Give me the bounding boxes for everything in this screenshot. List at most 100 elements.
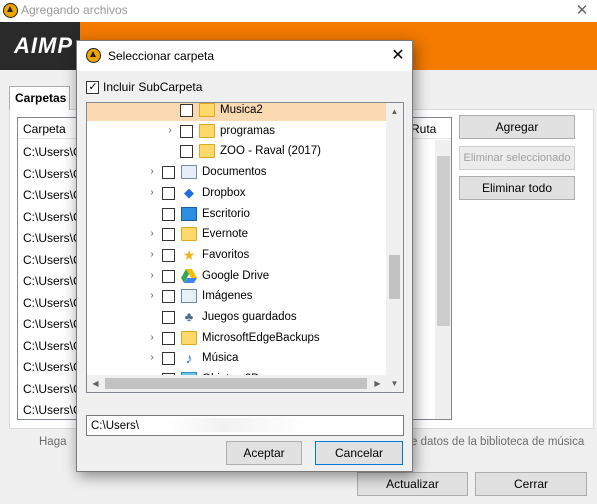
hint-text-left: Haga	[39, 436, 67, 448]
tree-vertical-scroll-thumb[interactable]	[389, 255, 400, 299]
add-button[interactable]: Agregar	[459, 115, 575, 139]
list-item[interactable]: C:\Users\C	[23, 317, 82, 331]
tree-item-checkbox[interactable]	[162, 228, 175, 242]
expand-chevron-icon[interactable]: ›	[147, 332, 157, 343]
checkmark-icon: ✓	[88, 81, 98, 93]
tree-item[interactable]: › programas	[87, 121, 386, 142]
tree-item-checkbox[interactable]	[180, 104, 193, 117]
expand-chevron-icon[interactable]: ›	[147, 270, 157, 281]
list-item[interactable]: C:\Users\C	[23, 296, 82, 310]
star-icon: ★	[182, 246, 196, 263]
tree-item-checkbox[interactable]	[180, 124, 193, 138]
tree-item[interactable]: Escritorio	[87, 204, 386, 225]
tree-item-checkbox[interactable]	[162, 352, 175, 366]
scroll-up-icon[interactable]: ▲	[386, 103, 403, 120]
list-item[interactable]: C:\Users\C	[23, 274, 82, 288]
tree-item-label: Documentos	[202, 166, 267, 179]
list-item[interactable]: C:\Users\C	[23, 231, 82, 245]
accept-button[interactable]: Aceptar	[226, 441, 302, 465]
tree-item[interactable]: › ★ Favoritos	[87, 245, 386, 266]
tree-item[interactable]: ZOO - Raval (2017)	[87, 141, 386, 162]
tree-item[interactable]: › MicrosoftEdgeBackups	[87, 328, 386, 349]
folder-icon	[199, 103, 215, 117]
desktop-icon	[181, 206, 197, 221]
list-item[interactable]: C:\Users\C	[23, 210, 82, 224]
expand-chevron-icon[interactable]: ›	[147, 249, 157, 260]
aimp-logo-icon	[3, 3, 18, 18]
expand-chevron-icon[interactable]: ›	[147, 352, 157, 363]
tree-item-label: Escritorio	[202, 207, 250, 220]
scroll-left-icon[interactable]: ◀	[87, 375, 104, 392]
tree-item-label: Juegos guardados	[202, 311, 297, 323]
scroll-right-icon[interactable]: ▶	[369, 375, 386, 392]
tree-item-checkbox[interactable]	[162, 331, 175, 345]
tree-item-label: Música	[202, 352, 239, 365]
column-header-carpeta[interactable]: Carpeta	[23, 122, 66, 136]
tree-item-label: MicrosoftEdgeBackups	[202, 331, 320, 344]
tree-item-checkbox[interactable]	[162, 248, 175, 262]
tree-item-checkbox[interactable]	[162, 166, 175, 180]
tree-item-label: Google Drive	[202, 269, 270, 282]
tree-item-label: programas	[220, 124, 275, 137]
list-item[interactable]: C:\Users\C	[23, 382, 82, 396]
tree-item-label: Musica2	[220, 104, 263, 116]
cancel-button[interactable]: Cancelar	[315, 441, 403, 465]
list-item[interactable]: C:\Users\C	[23, 403, 82, 417]
expand-chevron-icon[interactable]: ›	[147, 290, 157, 301]
list-item[interactable]: C:\Users\C	[23, 188, 82, 202]
tree-item-checkbox[interactable]	[180, 145, 193, 159]
tree-item[interactable]: › Documentos	[87, 162, 386, 183]
documents-icon	[181, 165, 197, 180]
saved-games-icon: ♣	[184, 309, 194, 324]
folders-list-scroll-thumb[interactable]	[437, 156, 450, 326]
tree-item[interactable]: › ◆ Dropbox	[87, 183, 386, 204]
list-item[interactable]: C:\Users\C	[23, 167, 82, 181]
background-close-icon[interactable]: ✕	[573, 2, 591, 20]
tree-item-label: Imágenes	[202, 290, 253, 303]
list-item[interactable]: C:\Users\C	[23, 360, 82, 374]
aimp-logo-icon	[86, 48, 101, 63]
column-header-ruta[interactable]: Ruta	[411, 122, 436, 136]
remove-selected-button[interactable]: Eliminar seleccionado	[459, 146, 575, 170]
folder-icon	[181, 227, 197, 242]
remove-all-button[interactable]: Eliminar todo	[459, 176, 575, 200]
tree-item-checkbox[interactable]	[162, 207, 175, 221]
banner-logo: AIMP	[0, 22, 80, 70]
list-item[interactable]: C:\Users\C	[23, 145, 82, 159]
folder-icon	[181, 330, 197, 345]
tree-item-label: Favoritos	[202, 248, 250, 261]
tree-item-checkbox[interactable]	[162, 186, 175, 200]
close-button[interactable]: Cerrar	[475, 472, 587, 496]
tree-item[interactable]: › Evernote	[87, 224, 386, 245]
tree-item[interactable]: › Google Drive	[87, 266, 386, 287]
scroll-down-icon[interactable]: ▼	[386, 375, 403, 392]
expand-chevron-icon[interactable]: ›	[147, 187, 157, 198]
include-subfolders-label[interactable]: Incluir SubCarpeta	[103, 80, 202, 94]
hint-text-right: e datos de la biblioteca de música	[411, 436, 585, 448]
tree-vertical-scrollbar[interactable]	[386, 103, 403, 392]
update-button[interactable]: Actualizar	[357, 472, 468, 496]
tree-horizontal-scroll-thumb[interactable]	[105, 378, 367, 389]
list-item[interactable]: C:\Users\C	[23, 253, 82, 267]
expand-chevron-icon[interactable]: ›	[165, 125, 175, 136]
tree-item[interactable]: › ♪ Música	[87, 348, 386, 369]
tree-item-label: Evernote	[202, 228, 249, 241]
tree-item[interactable]: ♣ Juegos guardados	[87, 307, 386, 328]
tree-item-label: ZOO - Raval (2017)	[220, 145, 321, 158]
folder-icon	[199, 123, 215, 138]
dialog-close-icon[interactable]: ✕	[387, 45, 409, 67]
tree-item-checkbox[interactable]	[162, 269, 175, 283]
tree-item-checkbox[interactable]	[162, 311, 175, 324]
expand-chevron-icon[interactable]: ›	[147, 166, 157, 177]
background-window-title: Agregando archivos	[21, 3, 128, 17]
folder-icon	[199, 144, 215, 159]
music-icon: ♪	[185, 350, 193, 367]
tree-item[interactable]: Musica2	[87, 103, 386, 121]
include-subfolders-checkbox[interactable]: ✓	[86, 81, 99, 94]
tab-carpetas[interactable]: Carpetas	[9, 86, 70, 110]
tree-item[interactable]: › Imágenes	[87, 286, 386, 307]
tree-item-checkbox[interactable]	[162, 290, 175, 304]
folder-tree[interactable]: Musica2 › programas ZOO - Raval (2017) › Docu…	[86, 102, 404, 393]
expand-chevron-icon[interactable]: ›	[147, 228, 157, 239]
list-item[interactable]: C:\Users\C	[23, 339, 82, 353]
